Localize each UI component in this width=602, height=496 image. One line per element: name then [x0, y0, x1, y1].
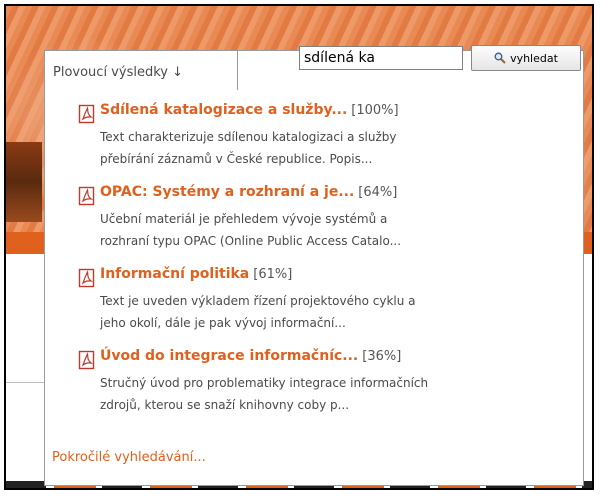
result-title-link[interactable]: Sdílená katalogizace a služby... [100, 102, 347, 118]
result-title-link[interactable]: Úvod do integrace informačníc... [100, 348, 358, 364]
page-frame: Plovoucí výsledky ↓ vyhledat Sdílená kat… [4, 4, 594, 490]
result-score: [61%] [253, 267, 293, 282]
results-list: Sdílená katalogizace a služby... [100%] T… [78, 102, 578, 430]
result-description-line: zdrojů, kterou se snaží knihovny coby p.… [100, 398, 350, 412]
search-input[interactable] [299, 46, 463, 70]
result-score: [64%] [358, 185, 398, 200]
pdf-icon [78, 186, 95, 206]
background-divider [6, 382, 46, 383]
result-title-link[interactable]: OPAC: Systémy a rozhraní a je... [100, 184, 354, 200]
header-image-strip [6, 142, 42, 222]
result-item[interactable]: Sdílená katalogizace a služby... [100%] T… [78, 102, 578, 184]
result-title-line: OPAC: Systémy a rozhraní a je... [64%] [100, 184, 397, 200]
result-description: Text je uveden výkladem řízení projektov… [100, 290, 572, 334]
result-score: [100%] [351, 103, 399, 118]
result-item[interactable]: Úvod do integrace informačníc... [36%] St… [78, 348, 578, 430]
result-title-link[interactable]: Informační politika [100, 266, 249, 282]
advanced-search-link[interactable]: Pokročilé vyhledávání... [52, 450, 206, 465]
result-description-line: rozhraní typu OPAC (Online Public Access… [100, 234, 402, 248]
pdf-icon [78, 104, 95, 124]
result-description: Stručný úvod pro problematiky integrace … [100, 372, 572, 416]
result-title-line: Úvod do integrace informačníc... [36%] [100, 348, 401, 364]
result-description: Text charakterizuje sdílenou katalogizac… [100, 126, 572, 170]
result-title-line: Informační politika [61%] [100, 266, 292, 282]
result-description-line: jeho okolí, dále je pak vývoj informační… [100, 316, 346, 330]
result-item[interactable]: Informační politika [61%] Text je uveden … [78, 266, 578, 348]
search-button-label: vyhledat [510, 51, 558, 65]
result-description: Učební materiál je přehledem vývoje syst… [100, 208, 572, 252]
result-description-line: Učební materiál je přehledem vývoje syst… [100, 212, 388, 226]
floating-results-tab[interactable]: Plovoucí výsledky ↓ [44, 50, 238, 90]
result-title-line: Sdílená katalogizace a služby... [100%] [100, 102, 399, 118]
magnifier-icon [494, 52, 506, 64]
result-item[interactable]: OPAC: Systémy a rozhraní a je... [64%] Uč… [78, 184, 578, 266]
result-description-line: Text je uveden výkladem řízení projektov… [100, 294, 416, 308]
pdf-icon [78, 268, 95, 288]
search-button[interactable]: vyhledat [471, 45, 581, 71]
pdf-icon [78, 350, 95, 370]
result-description-line: Text charakterizuje sdílenou katalogizac… [100, 130, 397, 144]
result-score: [36%] [362, 349, 402, 364]
result-description-line: Stručný úvod pro problematiky integrace … [100, 376, 429, 390]
result-description-line: přebírání záznamů v České republice. Pop… [100, 152, 373, 166]
